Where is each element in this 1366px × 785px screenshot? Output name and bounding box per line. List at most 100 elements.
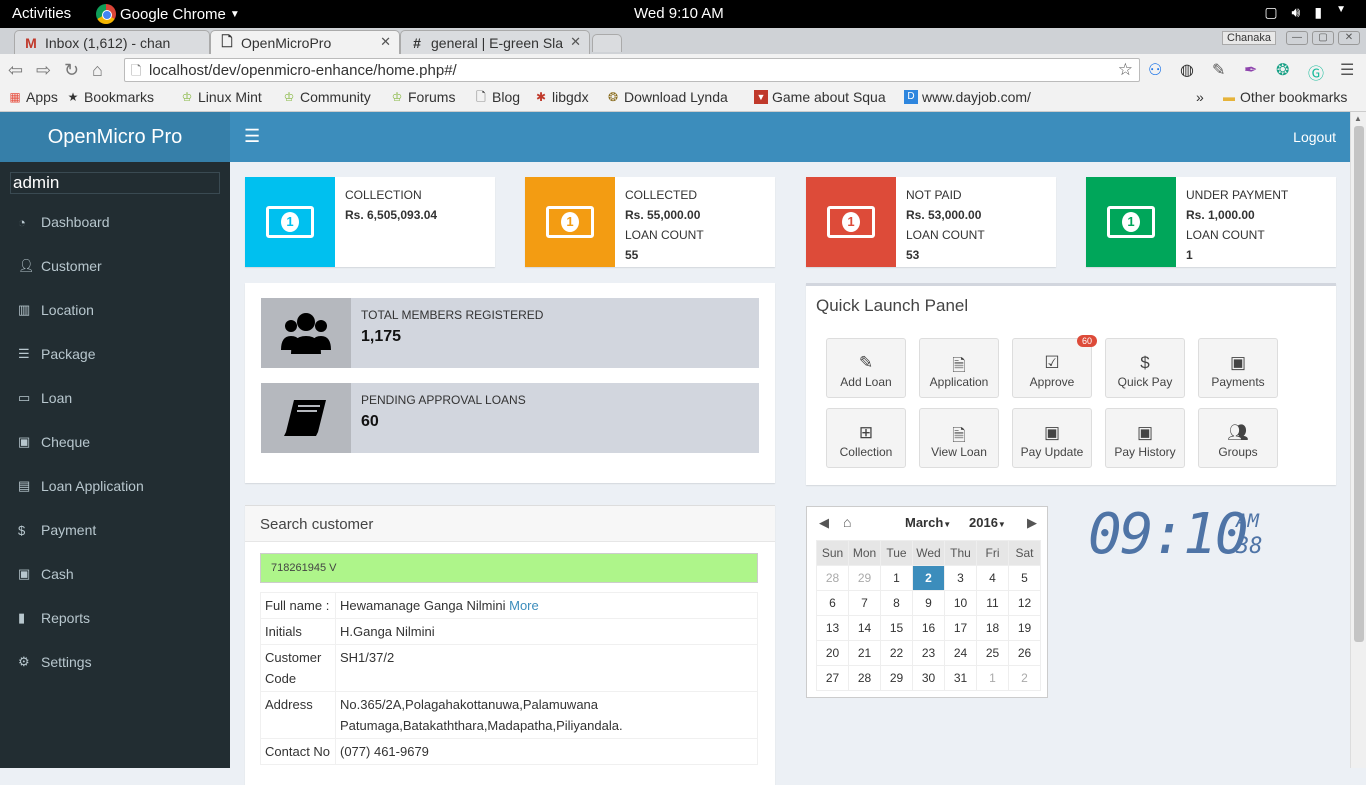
calendar-day[interactable]: 28 [816,565,849,591]
calendar-day[interactable]: 6 [816,590,849,616]
calendar-day[interactable]: 5 [1008,565,1041,591]
calendar-day[interactable]: 7 [848,590,881,616]
quick-pay-update-button[interactable]: ▣ Pay Update [1012,408,1092,468]
close-icon[interactable]: ✕ [380,34,391,50]
sidebar-item-location[interactable]: ▥ Location [0,288,230,332]
bookmark-game[interactable]: ▼ Game about Squa [754,89,886,105]
calendar-day[interactable]: 10 [944,590,977,616]
calendar-day[interactable]: 15 [880,615,913,641]
system-clock[interactable]: Wed 9:10 AM [634,5,724,22]
grammarly-icon[interactable]: Ⓖ [1308,60,1324,84]
extension-icon[interactable]: ⚇ [1148,60,1162,80]
calendar-day[interactable]: 9 [912,590,945,616]
calendar-day[interactable]: 29 [880,665,913,691]
customer-search-input[interactable]: 718261945 V [260,553,758,583]
address-bar[interactable]: 🗋︎ localhost/dev/openmicro-enhance/home.… [124,58,1140,82]
home-icon[interactable]: ⌂ [843,514,851,530]
feather-icon[interactable]: ✒ [1244,60,1257,80]
calendar-day[interactable]: 22 [880,640,913,666]
sidebar-item-loan[interactable]: ▭ Loan [0,376,230,420]
calendar-day[interactable]: 21 [848,640,881,666]
sidebar-item-cheque[interactable]: ▣ Cheque [0,420,230,464]
calendar-day[interactable]: 2 [1008,665,1041,691]
quick-collection-button[interactable]: ⊞ Collection [826,408,906,468]
calendar-day[interactable]: 24 [944,640,977,666]
extension-icon[interactable]: ◍ [1180,60,1194,80]
sidebar-item-loan-application[interactable]: ▤ Loan Application [0,464,230,508]
calendar-day[interactable]: 16 [912,615,945,641]
quick-approve-button[interactable]: ☑ Approve 60 [1012,335,1097,398]
profile-badge[interactable]: Chanaka [1222,31,1277,45]
quick-view-loan-button[interactable]: 🗎︎ View Loan [919,408,999,468]
calendar-day[interactable]: 27 [816,665,849,691]
app-logo[interactable]: OpenMicro Pro [0,112,230,162]
calendar-day[interactable]: 23 [912,640,945,666]
year-select[interactable]: 2016▼ [969,515,1006,530]
calendar-day[interactable]: 30 [912,665,945,691]
bookmark-libgdx[interactable]: ✱ libgdx [534,89,589,105]
quick-pay-history-button[interactable]: ▣ Pay History [1105,408,1185,468]
calendar-day[interactable]: 12 [1008,590,1041,616]
calendar-day[interactable]: 20 [816,640,849,666]
next-month-icon[interactable]: ▶ [1027,515,1037,531]
calendar-day[interactable]: 11 [976,590,1009,616]
sidebar-item-customer[interactable]: 👤︎ Customer [0,244,230,288]
system-tray[interactable]: ▢ 🔊︎ ▮ ▼ [1264,4,1346,21]
scrollbar-thumb[interactable] [1354,126,1364,642]
chevron-down-icon[interactable]: ▼ [1336,4,1346,21]
home-icon[interactable]: ⌂ [92,60,103,81]
bookmark-linux-mint[interactable]: ♔ Linux Mint [180,89,262,105]
calendar-day[interactable]: 26 [1008,640,1041,666]
calendar-day[interactable]: 14 [848,615,881,641]
bookmark-lynda[interactable]: ❂ Download Lynda [606,89,728,105]
extension-icon[interactable]: ❂ [1276,60,1289,80]
bookmark-forums[interactable]: ♔ Forums [390,89,456,105]
calendar-day[interactable]: 3 [944,565,977,591]
calendar-day[interactable]: 28 [848,665,881,691]
page-scrollbar[interactable]: ▲ [1350,112,1366,768]
bookmarks-more[interactable]: » [1196,89,1204,105]
sidebar-item-reports[interactable]: ▮ Reports [0,596,230,640]
volume-icon[interactable]: 🔊︎ [1292,4,1301,21]
back-icon[interactable]: ⇦ [8,60,23,81]
new-tab-button[interactable] [592,34,622,52]
prev-month-icon[interactable]: ◀ [819,515,829,531]
maximize-icon[interactable]: ▢ [1312,31,1334,45]
other-bookmarks[interactable]: ▬ Other bookmarks [1222,89,1347,105]
quick-quick-pay-button[interactable]: $ Quick Pay [1105,338,1185,398]
bookmark-apps[interactable]: ▦ Apps [8,89,58,105]
tab-openmicropro[interactable]: 🗋︎ OpenMicroPro ✕ [210,30,400,54]
sidebar-item-package[interactable]: ☰ Package [0,332,230,376]
quick-groups-button[interactable]: 👥︎ Groups [1198,408,1278,468]
star-icon[interactable]: ☆ [1118,60,1133,80]
quick-application-button[interactable]: 🗎︎ Application [919,338,999,398]
close-icon[interactable]: ✕ [1338,31,1360,45]
calendar-day[interactable]: 8 [880,590,913,616]
quick-payments-button[interactable]: ▣ Payments [1198,338,1278,398]
window-icon[interactable]: ▢ [1264,4,1277,21]
battery-icon[interactable]: ▮ [1314,4,1322,21]
close-icon[interactable]: ✕ [570,34,581,50]
calendar-day[interactable]: 17 [944,615,977,641]
calendar-day[interactable]: 31 [944,665,977,691]
bookmark-dayjob[interactable]: Dwww.dayjob.com/ [904,89,1031,105]
sidebar-item-settings[interactable]: ⚙ Settings [0,640,230,684]
calendar-day[interactable]: 4 [976,565,1009,591]
calendar-day[interactable]: 2 [912,565,945,591]
app-menu[interactable]: Google Chrome ▼ [96,4,240,24]
calendar-day[interactable]: 19 [1008,615,1041,641]
forward-icon[interactable]: ⇨ [36,60,51,81]
calendar-day[interactable]: 18 [976,615,1009,641]
scroll-up-icon[interactable]: ▲ [1354,114,1362,123]
calendar-day[interactable]: 29 [848,565,881,591]
calendar-day[interactable]: 1 [880,565,913,591]
quick-add-loan-button[interactable]: ✎ Add Loan [826,338,906,398]
calendar-day[interactable]: 13 [816,615,849,641]
menu-icon[interactable]: ☰ [1340,60,1354,80]
sidebar-item-payment[interactable]: $ Payment [0,508,230,552]
bookmark-community[interactable]: ♔ Community [282,89,371,105]
reload-icon[interactable]: ↻ [64,60,79,81]
more-link[interactable]: More [509,598,539,613]
minimize-icon[interactable]: — [1286,31,1308,45]
sidebar-item-dashboard[interactable]: ◔ Dashboard [0,200,230,244]
